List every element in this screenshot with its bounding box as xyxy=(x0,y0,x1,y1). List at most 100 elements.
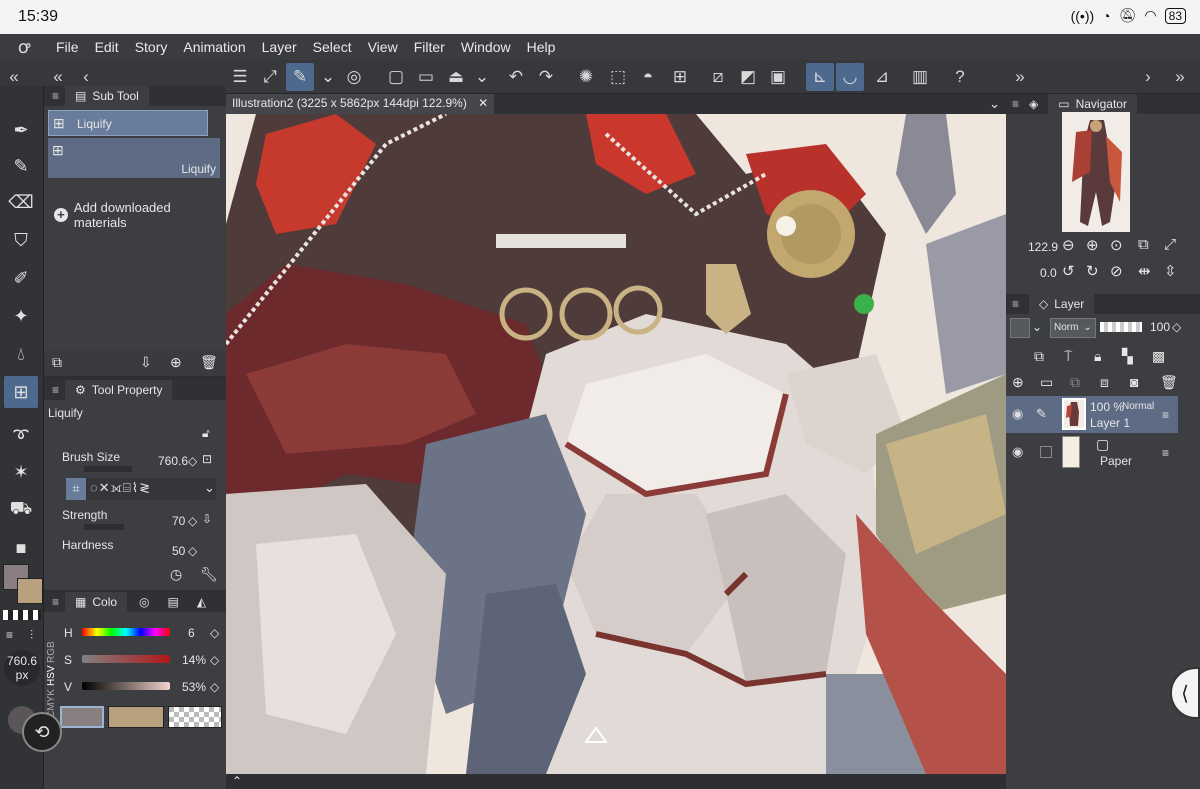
flip-vertical-icon[interactable]: ⇳ xyxy=(1164,262,1177,280)
stepper-icon-5[interactable]: ◇ xyxy=(210,653,219,667)
selection-border-icon[interactable]: ▣ xyxy=(764,63,792,91)
transfer-down-icon[interactable]: ⧉ xyxy=(1070,374,1080,391)
liquify-mode-icons[interactable]: ◌✕⟗⌸⌇≷ xyxy=(90,480,151,496)
fit-screen-icon[interactable]: ⤢ xyxy=(256,63,284,91)
wrench-icon[interactable]: 🔧︎ xyxy=(200,566,218,583)
transparent-swatch[interactable] xyxy=(3,610,41,620)
opacity-slider[interactable] xyxy=(1100,322,1142,332)
flip-horizontal-icon[interactable]: ⇹ xyxy=(1138,262,1151,280)
chevron-up-icon[interactable]: ⌃ xyxy=(232,774,242,788)
lasso-tool-icon[interactable]: ➰︎ xyxy=(4,420,38,452)
stepper-icon-7[interactable]: ◇ xyxy=(1172,320,1181,334)
merge-layer-icon[interactable]: ⧈ xyxy=(1100,374,1109,391)
open-folder-icon[interactable]: ▭ xyxy=(412,63,440,91)
device-settings-icon[interactable]: ▥ xyxy=(906,63,934,91)
new-folder-icon[interactable]: ▭ xyxy=(1040,374,1053,391)
saturation-slider[interactable] xyxy=(82,655,170,663)
menu-lines-icon-5[interactable]: ≡ xyxy=(1012,97,1019,111)
stepper-icon-6[interactable]: ◇ xyxy=(210,680,219,694)
eraser-tool-icon[interactable]: ⌫ xyxy=(4,186,38,218)
sub-color-chip[interactable] xyxy=(108,706,164,728)
lock-transparency-icon[interactable]: ▚ xyxy=(1122,348,1133,365)
magic-wand-icon[interactable]: ✶ xyxy=(4,456,38,488)
selection-icon[interactable]: ⬚ xyxy=(604,63,632,91)
layer-mask-icon[interactable]: ◙ xyxy=(1130,374,1138,390)
strength-pressure-icon[interactable]: ⇩ xyxy=(202,512,212,526)
nav-sub-tab-icon[interactable]: ◈ xyxy=(1029,97,1038,111)
new-file-icon[interactable]: ▢ xyxy=(382,63,410,91)
menu-view[interactable]: View xyxy=(360,39,406,55)
chevron-down-icon-4[interactable]: ⌄ xyxy=(989,96,1000,112)
clear-selection-icon[interactable]: ✺ xyxy=(572,63,600,91)
actual-size-icon[interactable]: ⧉ xyxy=(1138,236,1149,253)
export-icon[interactable]: ⏏ xyxy=(442,63,470,91)
menu-layer[interactable]: Layer xyxy=(254,39,305,55)
document-tab[interactable]: Illustration2 (3225 x 5862px 144dpi 122.… xyxy=(226,94,495,114)
brush-tool-icon[interactable]: ⛉ xyxy=(4,224,38,256)
layer-menu-icon-2[interactable]: ≡ xyxy=(1162,446,1169,460)
color-set-icon[interactable]: ◎ xyxy=(139,595,149,609)
zoom-in-icon[interactable]: ⊕ xyxy=(1086,236,1099,254)
zoom-value[interactable]: 122.9 xyxy=(1028,240,1058,254)
gradient-tool-icon[interactable]: ■ xyxy=(4,532,38,564)
app-logo-icon[interactable]: ꝍ xyxy=(0,35,48,59)
menu-filter[interactable]: Filter xyxy=(406,39,453,55)
download-icon[interactable]: ⇩ xyxy=(140,354,152,371)
rotate-left-icon[interactable]: ↺ xyxy=(1062,262,1075,280)
collapse-right-icon[interactable]: » xyxy=(1006,63,1034,91)
color-mode-tabs[interactable]: CMYK HSV RGB xyxy=(46,618,58,718)
layer-menu-icon[interactable]: ≡ xyxy=(1162,408,1169,422)
subtool-item-liquify-2[interactable]: ⊞ Liquify xyxy=(48,138,220,178)
hamburger-menu-icon[interactable]: ☰ xyxy=(226,63,254,91)
menu-lines-icon-4[interactable]: ≡ xyxy=(52,595,59,609)
value-value[interactable]: 53% xyxy=(182,680,206,694)
chevron-down-icon-5[interactable]: ⌄ xyxy=(1032,320,1042,334)
rotation-value[interactable]: 0.0 xyxy=(1040,266,1057,280)
strength-slider[interactable] xyxy=(84,524,124,530)
stepper-icon-2[interactable]: ◇ xyxy=(188,514,197,528)
rotate-right-icon[interactable]: ↻ xyxy=(1086,262,1099,280)
duplicate-icon[interactable]: ⊕ xyxy=(170,354,182,371)
zoom-out-icon[interactable]: ⊖ xyxy=(1062,236,1075,254)
trash-icon[interactable]: 🗑︎ xyxy=(200,354,218,371)
collapse-right-icon-2[interactable]: » xyxy=(1166,63,1194,91)
deselect-icon[interactable]: ⧄ xyxy=(704,63,732,91)
mode-rgb[interactable]: RGB xyxy=(46,641,58,663)
chevron-down-icon-2[interactable]: ⌄ xyxy=(468,63,496,91)
pen-tool-icon[interactable]: ✒ xyxy=(4,114,38,146)
menu-lines-icon-6[interactable]: ≡ xyxy=(1012,297,1019,311)
ruler-snap-icon[interactable]: ⊾ xyxy=(806,63,834,91)
swap-color-icon[interactable]: ⟲ xyxy=(22,712,62,752)
reset-rotation-icon[interactable]: ⊘ xyxy=(1110,262,1123,280)
layer-row-1[interactable]: ◉ ✎ 100 % Normal Layer 1 ≡ xyxy=(1006,396,1178,433)
side-drawer-handle[interactable]: ⟨ xyxy=(1170,667,1200,719)
stepper-icon-4[interactable]: ◇ xyxy=(210,626,219,640)
lock-icon[interactable]: 🔓︎ xyxy=(202,426,210,441)
chevron-down-icon-3[interactable]: ⌄ xyxy=(204,480,215,496)
fountain-pen-icon[interactable]: ✐ xyxy=(4,262,38,294)
push-mode-icon[interactable]: ⌗ xyxy=(66,478,86,500)
menu-window[interactable]: Window xyxy=(453,39,519,55)
lock-layer-icon[interactable]: 🔒︎ xyxy=(1094,348,1101,365)
sparkle-tool-icon[interactable]: ✦ xyxy=(4,300,38,332)
drawing-canvas[interactable] xyxy=(226,114,1006,774)
liquify-mode-selector[interactable]: ⌗ ◌✕⟗⌸⌇≷ ⌄ xyxy=(66,478,216,500)
intermediate-color-icon[interactable]: ▤ xyxy=(168,595,179,609)
quick-access-icon[interactable]: ✎ xyxy=(286,63,314,91)
fill-icon[interactable]: ◓ xyxy=(634,63,662,91)
navigator-preview[interactable] xyxy=(1062,112,1130,232)
saturation-value[interactable]: 14% xyxy=(182,653,206,667)
layer-color-icon[interactable] xyxy=(1010,318,1030,338)
liquify-tool-icon[interactable]: ⊞ xyxy=(4,376,38,408)
fit-window-icon[interactable]: ⤢ xyxy=(1164,236,1176,253)
layer-check-box[interactable] xyxy=(1040,446,1052,458)
fit-icon[interactable]: ⊙ xyxy=(1110,236,1123,254)
visibility-eye-icon[interactable]: ◉ xyxy=(1012,406,1023,422)
undo-icon[interactable]: ↶ xyxy=(502,63,530,91)
new-raster-layer-icon[interactable]: ⊕ xyxy=(1012,374,1024,391)
menu-lines-icon-3[interactable]: ≡ xyxy=(52,383,59,397)
opacity-value[interactable]: 100 xyxy=(1150,320,1170,334)
mask-enable-icon[interactable]: ▩ xyxy=(1152,348,1165,365)
mode-hsv[interactable]: HSV xyxy=(46,666,58,687)
size-slider-icon[interactable]: ⫶ xyxy=(30,628,33,643)
